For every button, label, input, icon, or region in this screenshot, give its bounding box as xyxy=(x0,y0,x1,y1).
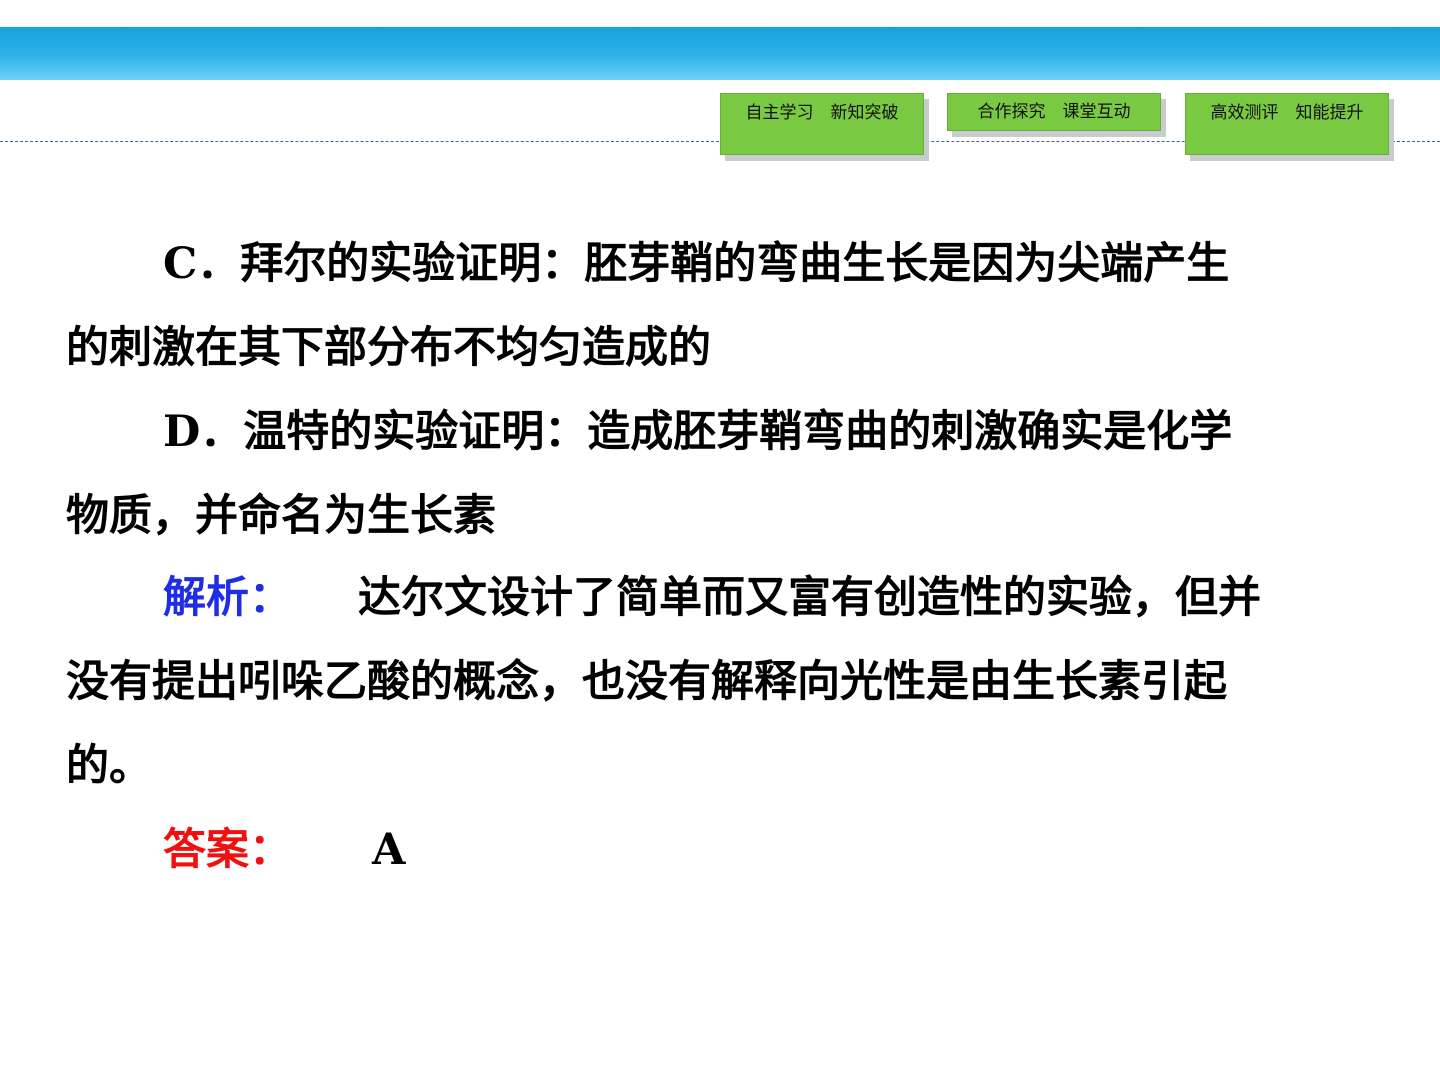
option-d-line-2: 物质，并命名为生长素 xyxy=(66,491,496,541)
answer-line: 答案： A xyxy=(163,822,405,878)
option-d-line-1: D．温特的实验证明：造成胚芽鞘弯曲的刺激确实是化学 xyxy=(163,407,1233,457)
answer-value: A xyxy=(372,825,406,875)
slide: 自主学习 新知突破 合作探究 课堂互动 高效测评 知能提升 C．拜尔的实验证明：… xyxy=(0,0,1440,1080)
analysis-label: 解析： xyxy=(163,573,292,623)
header-bar xyxy=(0,27,1440,80)
option-c-line-1: C．拜尔的实验证明：胚芽鞘的弯曲生长是因为尖端产生 xyxy=(163,239,1230,289)
analysis-line-3: 的。 xyxy=(66,741,152,791)
nav-button-cooperative-inquiry[interactable]: 合作探究 课堂互动 xyxy=(947,93,1161,131)
analysis-line-1: 解析： 达尔文设计了简单而又富有创造性的实验，但并 xyxy=(163,570,1261,626)
answer-label: 答案： xyxy=(163,825,292,875)
nav-button-self-study[interactable]: 自主学习 新知突破 xyxy=(720,93,924,155)
nav-button-assessment[interactable]: 高效测评 知能提升 xyxy=(1185,93,1389,155)
analysis-text-1: 达尔文设计了简单而又富有创造性的实验，但并 xyxy=(358,573,1261,623)
analysis-line-2: 没有提出吲哚乙酸的概念，也没有解释向光性是由生长素引起 xyxy=(66,657,1227,707)
option-c-line-2: 的刺激在其下部分布不均匀造成的 xyxy=(66,323,711,373)
